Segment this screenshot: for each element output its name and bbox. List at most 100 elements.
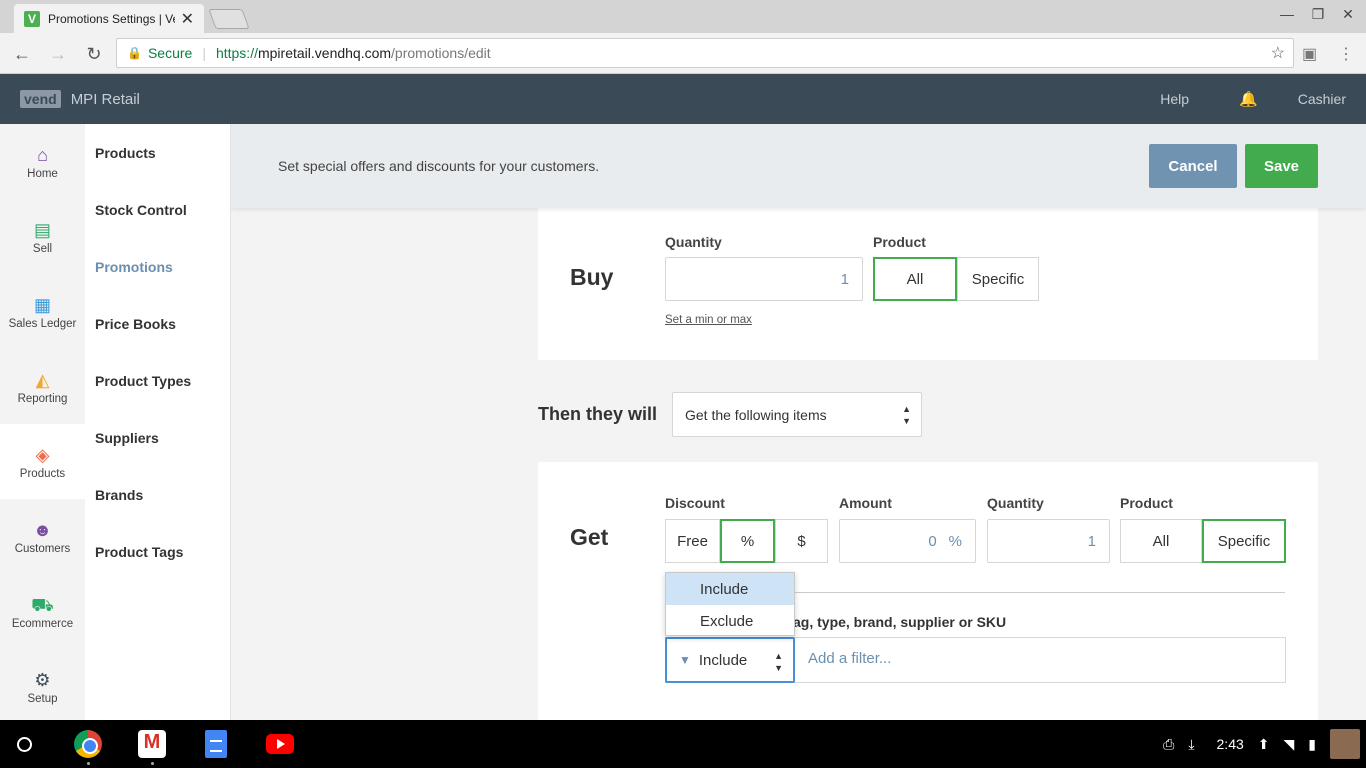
subnav-item-suppliers[interactable]: Suppliers <box>85 409 230 466</box>
discount-free-button[interactable]: Free <box>665 519 720 563</box>
then-label: Then they will <box>538 404 658 424</box>
youtube-app-icon[interactable] <box>266 734 294 754</box>
get-product-toggle: All Specific <box>1120 519 1286 563</box>
subnav-item-price-books[interactable]: Price Books <box>85 295 230 352</box>
discount-type-toggle: Free % $ <box>665 519 828 563</box>
customers-icon: ☻ <box>33 519 52 540</box>
address-separator: | <box>202 45 206 61</box>
nav-label: Home <box>27 167 58 180</box>
system-tray[interactable]: ⎙ ⤓ 2:43 ⬆ ◥ ▮ <box>1163 720 1366 768</box>
section-divider <box>794 592 1285 593</box>
get-product-all-button[interactable]: All <box>1120 519 1202 563</box>
filter-label: ag, type, brand, supplier or SKU <box>793 614 1007 630</box>
vend-logo[interactable]: vend <box>20 90 61 108</box>
then-action-value: Get the following items <box>685 406 827 423</box>
extension-icon[interactable]: ▣ <box>1302 44 1317 64</box>
download-icon[interactable]: ⤓ <box>1188 736 1194 753</box>
tag-icon: ◈ <box>35 444 50 465</box>
subnav-item-promotions[interactable]: Promotions <box>85 238 230 295</box>
battery-icon[interactable]: ▮ <box>1308 736 1316 753</box>
docs-app-icon[interactable] <box>205 730 227 758</box>
main-nav: ⌂ Home ▤ Sell ▦ Sales Ledger ◭ Reporting… <box>0 124 85 720</box>
cancel-button[interactable]: Cancel <box>1149 144 1237 188</box>
dropdown-option-include[interactable]: Include <box>666 573 794 605</box>
nav-item-customers[interactable]: ☻ Customers <box>0 499 85 574</box>
buy-quantity-label: Quantity <box>665 234 722 250</box>
chart-icon: ◭ <box>35 369 50 390</box>
action-banner: Set special offers and discounts for you… <box>231 124 1366 208</box>
url-scheme: https:// <box>215 45 258 61</box>
buy-product-all-button[interactable]: All <box>873 257 957 301</box>
get-quantity-input[interactable]: 1 <box>987 519 1110 563</box>
nav-item-ecommerce[interactable]: ⛟ Ecommerce <box>0 574 85 649</box>
lock-icon: 🔒 <box>127 46 142 60</box>
subnav-item-product-types[interactable]: Product Types <box>85 352 230 409</box>
gear-icon: ⚙ <box>34 669 51 690</box>
back-icon[interactable]: ← <box>10 42 34 66</box>
dropdown-option-exclude[interactable]: Exclude <box>666 605 794 637</box>
amount-value: 0 <box>928 532 937 550</box>
amount-input[interactable]: 0 % <box>839 519 976 563</box>
gmail-app-icon[interactable] <box>138 730 166 758</box>
get-product-label: Product <box>1120 495 1173 511</box>
cart-icon: ⛟ <box>31 594 54 615</box>
nav-item-sales-ledger[interactable]: ▦ Sales Ledger <box>0 274 85 349</box>
clock[interactable]: 2:43 <box>1217 736 1244 752</box>
running-indicator <box>151 762 154 765</box>
buy-quantity-input[interactable]: 1 <box>665 257 863 301</box>
save-button[interactable]: Save <box>1245 144 1318 188</box>
home-icon: ⌂ <box>37 144 48 165</box>
buy-product-specific-button[interactable]: Specific <box>957 257 1039 301</box>
nav-item-setup[interactable]: ⚙ Setup <box>0 649 85 724</box>
nav-item-sell[interactable]: ▤ Sell <box>0 199 85 274</box>
reload-icon[interactable]: ↻ <box>82 42 106 66</box>
sync-icon[interactable]: ⬆ <box>1258 736 1270 753</box>
subnav-item-stock-control[interactable]: Stock Control <box>85 181 230 238</box>
filter-mode-select[interactable]: ▼ Include ▲ ▼ <box>665 637 795 683</box>
select-arrows-icon: ▲ ▼ <box>902 404 911 426</box>
window-close-icon[interactable]: ✕ <box>1338 6 1358 23</box>
browser-menu-icon[interactable]: ⋮ <box>1338 44 1354 64</box>
filter-input[interactable] <box>808 650 1268 667</box>
help-link[interactable]: Help <box>1160 91 1189 107</box>
user-menu[interactable]: Cashier <box>1298 91 1346 107</box>
launcher-icon[interactable] <box>17 737 32 752</box>
bookmark-star-icon[interactable]: ☆ <box>1271 43 1285 63</box>
address-bar[interactable]: 🔒 Secure | https:// mpiretail.vendhq.com… <box>116 38 1294 68</box>
nav-item-products[interactable]: ◈ Products <box>0 424 85 499</box>
browser-tab[interactable]: V Promotions Settings | Vend ✕ <box>14 4 204 33</box>
minimize-icon[interactable]: — <box>1277 6 1297 22</box>
promotion-editor: Set special offers and discounts for you… <box>231 124 1366 720</box>
url-host: mpiretail.vendhq.com <box>257 45 392 61</box>
products-subnav: Products Stock Control Promotions Price … <box>85 124 231 720</box>
nav-label: Products <box>19 467 66 480</box>
then-action-select[interactable]: Get the following items ▲ ▼ <box>672 392 922 437</box>
nav-label: Setup <box>27 692 58 705</box>
get-card: Get Discount Free % $ Amount 0 % Quantit… <box>538 462 1318 720</box>
maximize-icon[interactable]: ❐ <box>1308 6 1328 23</box>
tab-close-icon[interactable]: ✕ <box>181 9 194 29</box>
nav-item-home[interactable]: ⌂ Home <box>0 124 85 199</box>
chrome-app-icon[interactable] <box>74 730 102 758</box>
wifi-icon[interactable]: ◥ <box>1284 736 1295 753</box>
register-icon: ▤ <box>33 219 51 240</box>
tab-title: Promotions Settings | Vend <box>48 11 175 26</box>
buy-card: Buy Quantity 1 Product All Specific Set … <box>538 208 1318 360</box>
subnav-item-product-tags[interactable]: Product Tags <box>85 523 230 580</box>
new-tab-button[interactable] <box>208 9 250 29</box>
discount-dollar-button[interactable]: $ <box>775 519 828 563</box>
set-min-max-link[interactable]: Set a min or max <box>665 314 752 326</box>
running-indicator <box>87 762 90 765</box>
subnav-item-products[interactable]: Products <box>85 124 230 181</box>
filter-row: ▼ Include ▲ ▼ <box>665 637 1286 683</box>
avatar[interactable] <box>1330 729 1360 759</box>
print-icon[interactable]: ⎙ <box>1163 736 1174 753</box>
subnav-item-brands[interactable]: Brands <box>85 466 230 523</box>
discount-percent-button[interactable]: % <box>720 519 775 563</box>
nav-item-reporting[interactable]: ◭ Reporting <box>0 349 85 424</box>
buy-product-label: Product <box>873 234 926 250</box>
forward-icon[interactable]: → <box>46 42 70 66</box>
get-product-specific-button[interactable]: Specific <box>1202 519 1286 563</box>
notification-bell-icon[interactable]: 🔔 <box>1239 90 1258 108</box>
filter-funnel-icon: ▼ <box>679 653 691 667</box>
